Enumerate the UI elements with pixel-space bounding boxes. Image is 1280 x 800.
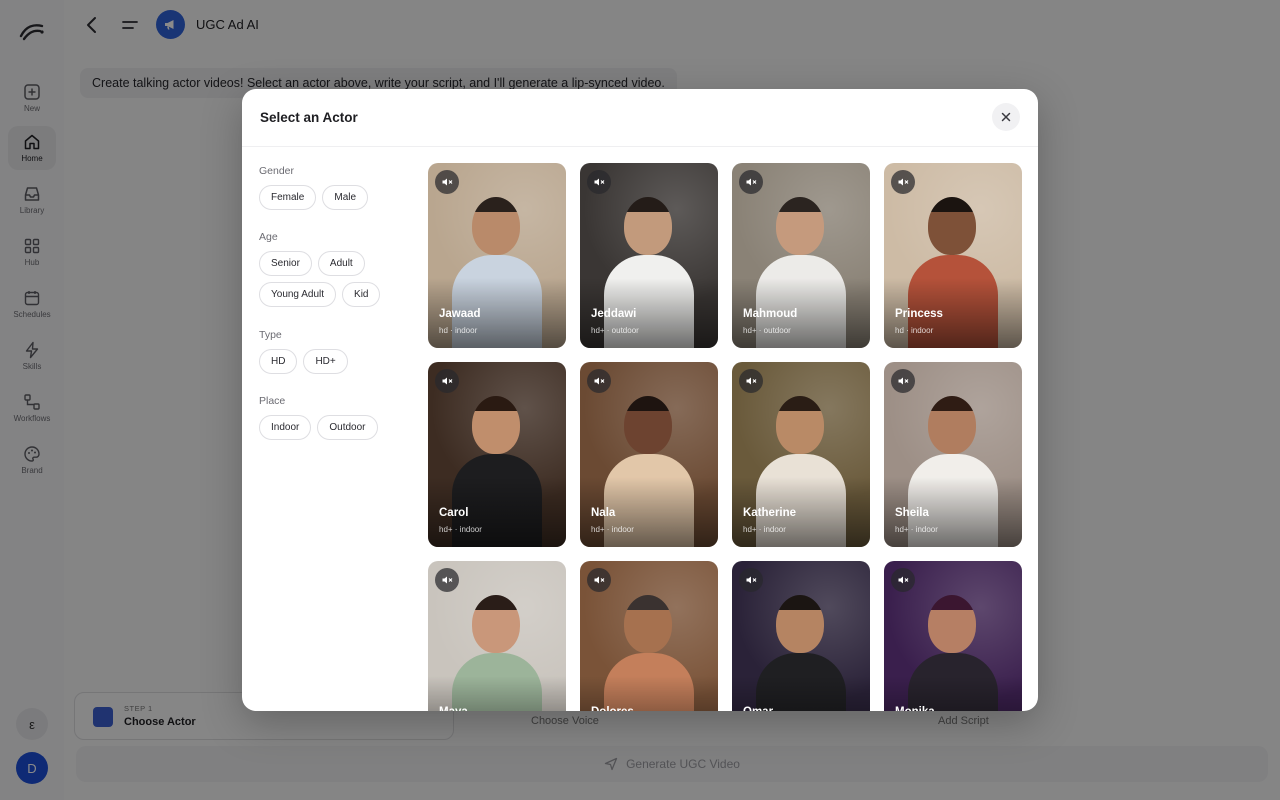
actor-card[interactable]: Jawaad hd · indoor — [428, 163, 566, 348]
speaker-muted-icon — [898, 576, 909, 584]
close-button[interactable] — [992, 103, 1020, 131]
actor-meta: hd · indoor — [895, 326, 934, 335]
modal-header: Select an Actor — [242, 89, 1038, 147]
mute-button[interactable] — [739, 568, 763, 592]
mute-button[interactable] — [891, 369, 915, 393]
actor-head — [928, 595, 976, 653]
speaker-muted-icon — [746, 178, 757, 186]
mute-button[interactable] — [587, 170, 611, 194]
actor-meta: hd+ · outdoor — [591, 326, 639, 335]
actor-name: Mahmoud — [743, 308, 798, 320]
actor-name: Princess — [895, 308, 943, 320]
modal-title: Select an Actor — [260, 110, 358, 125]
actor-card[interactable]: Doloreshd+ · indoor — [580, 561, 718, 711]
actor-head — [472, 595, 520, 653]
speaker-muted-icon — [898, 377, 909, 385]
actor-card[interactable]: Nala hd+ · indoor — [580, 362, 718, 547]
filter-chip-male[interactable]: Male — [322, 185, 369, 210]
close-icon — [1001, 112, 1011, 122]
filter-chip-indoor[interactable]: Indoor — [259, 415, 312, 440]
actor-card[interactable]: Carol hd+ · indoor — [428, 362, 566, 547]
actor-name: Katherine — [743, 507, 797, 519]
mute-button[interactable] — [891, 568, 915, 592]
actor-card[interactable]: Mayahd+ · indoor — [428, 561, 566, 711]
mute-button[interactable] — [587, 568, 611, 592]
actor-name: Sheila — [895, 507, 929, 519]
filter-place: Place Indoor Outdoor — [259, 395, 409, 440]
actor-card[interactable]: Katherine hd+ · indoor — [732, 362, 870, 547]
actor-meta: hd+ · indoor — [591, 525, 634, 534]
actor-head — [472, 396, 520, 454]
actor-name: Monika — [895, 706, 935, 711]
actor-name: Dolores — [591, 706, 634, 711]
speaker-muted-icon — [442, 178, 453, 186]
mute-button[interactable] — [739, 170, 763, 194]
actor-name: Omar — [743, 706, 773, 711]
filter-chip-senior[interactable]: Senior — [259, 251, 312, 276]
actor-meta: hd+ · indoor — [895, 525, 938, 534]
actor-head — [776, 197, 824, 255]
filter-label: Gender — [259, 165, 295, 177]
mute-button[interactable] — [435, 170, 459, 194]
filter-chip-female[interactable]: Female — [259, 185, 317, 210]
actor-head — [776, 396, 824, 454]
actor-card[interactable]: Omarhd+ · indoor — [732, 561, 870, 711]
filter-chip-adult[interactable]: Adult — [317, 251, 365, 276]
actor-head — [928, 396, 976, 454]
actor-head — [624, 396, 672, 454]
actor-card[interactable]: Sheila hd+ · indoor — [884, 362, 1022, 547]
actor-head — [472, 197, 520, 255]
actor-card[interactable]: Jeddawi hd+ · outdoor — [580, 163, 718, 348]
filter-age: Age Senior Adult Young Adult Kid — [259, 231, 409, 307]
filter-chip-outdoor[interactable]: Outdoor — [317, 415, 378, 440]
actor-name: Maya — [439, 706, 468, 711]
actor-meta: hd+ · indoor — [439, 525, 482, 534]
actor-name: Nala — [591, 507, 616, 519]
speaker-muted-icon — [746, 377, 757, 385]
speaker-muted-icon — [442, 576, 453, 584]
actor-card[interactable]: Monikahd+ · indoor — [884, 561, 1022, 711]
speaker-muted-icon — [594, 178, 605, 186]
speaker-muted-icon — [594, 377, 605, 385]
filter-chip-hd[interactable]: HD — [259, 349, 298, 374]
actor-name: Carol — [439, 507, 469, 519]
select-actor-modal: Select an Actor Gender Female Male Age S… — [242, 89, 1038, 711]
mute-button[interactable] — [891, 170, 915, 194]
filter-chip-hd-plus[interactable]: HD+ — [303, 349, 348, 374]
actor-meta: hd+ · outdoor — [743, 326, 791, 335]
filter-gender: Gender Female Male — [259, 165, 409, 210]
filter-panel: Gender Female Male Age Senior Adult Youn… — [242, 147, 412, 711]
actor-head — [624, 197, 672, 255]
filter-type: Type HD HD+ — [259, 329, 409, 374]
mute-button[interactable] — [739, 369, 763, 393]
actor-head — [776, 595, 824, 653]
speaker-muted-icon — [594, 576, 605, 584]
filter-label: Place — [259, 395, 286, 407]
actor-meta: hd · indoor — [439, 326, 478, 335]
filter-chip-kid[interactable]: Kid — [342, 282, 381, 307]
actor-card[interactable]: Princess hd · indoor — [884, 163, 1022, 348]
speaker-muted-icon — [746, 576, 757, 584]
actor-name: Jawaad — [439, 308, 481, 320]
actor-head — [624, 595, 672, 653]
speaker-muted-icon — [442, 377, 453, 385]
filter-chip-young-adult[interactable]: Young Adult — [259, 282, 337, 307]
speaker-muted-icon — [898, 178, 909, 186]
actor-name: Jeddawi — [591, 308, 637, 320]
actor-head — [928, 197, 976, 255]
filter-label: Age — [259, 231, 278, 243]
filter-label: Type — [259, 329, 282, 341]
actor-card[interactable]: Mahmoud hd+ · outdoor — [732, 163, 870, 348]
mute-button[interactable] — [435, 568, 459, 592]
actor-meta: hd+ · indoor — [743, 525, 786, 534]
mute-button[interactable] — [587, 369, 611, 393]
mute-button[interactable] — [435, 369, 459, 393]
